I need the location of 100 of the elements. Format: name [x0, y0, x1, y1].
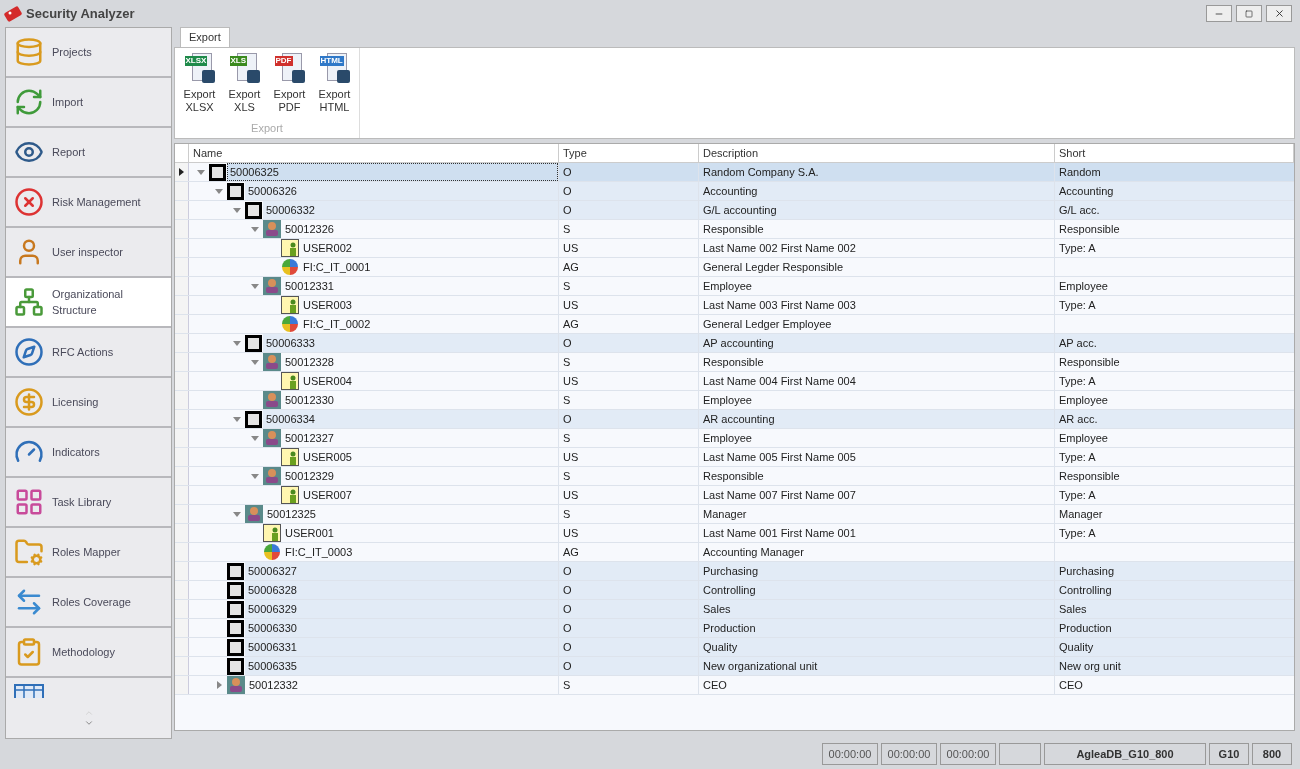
collapse-caret-icon[interactable]	[251, 283, 259, 289]
description-cell: AR accounting	[699, 410, 1055, 428]
column-header[interactable]: Description	[699, 144, 1055, 162]
coin-icon	[14, 387, 44, 417]
node-name: 50006331	[245, 638, 558, 656]
collapse-caret-icon[interactable]	[233, 207, 241, 213]
tree-row[interactable]: FI:C_IT_0002 AG General Ledger Employee	[175, 315, 1294, 334]
export-button[interactable]: XLSX Export XLSX	[180, 53, 219, 114]
export-button[interactable]: XLS Export XLS	[225, 53, 264, 114]
tree-row[interactable]: 50012325 S Manager Manager	[175, 505, 1294, 524]
tree-row[interactable]: 50006329 O Sales Sales	[175, 600, 1294, 619]
expand-caret-icon[interactable]	[216, 681, 222, 689]
tree-row[interactable]: 50012328 S Responsible Responsible	[175, 353, 1294, 372]
scroll-down-icon[interactable]	[83, 718, 94, 728]
description-cell: Sales	[699, 600, 1055, 618]
tree-row[interactable]: 50006328 O Controlling Controlling	[175, 581, 1294, 600]
collapse-caret-icon[interactable]	[233, 511, 241, 517]
tree-row[interactable]: 50012332 S CEO CEO	[175, 676, 1294, 695]
minimize-button[interactable]	[1206, 5, 1232, 22]
collapse-caret-icon[interactable]	[233, 340, 241, 346]
tree-row[interactable]: USER004 US Last Name 004 First Name 004 Type: A	[175, 372, 1294, 391]
row-indicator[interactable]	[175, 163, 189, 181]
ribbon-tab[interactable]: Export	[180, 27, 230, 47]
short-cell: Accounting	[1055, 182, 1294, 200]
unit-icon	[227, 619, 244, 637]
tree-row[interactable]: 50006334 O AR accounting AR acc.	[175, 410, 1294, 429]
person-icon	[245, 505, 263, 523]
short-cell: Quality	[1055, 638, 1294, 656]
column-header[interactable]: Name	[189, 144, 559, 162]
tree-row[interactable]: 50006326 O Accounting Accounting	[175, 182, 1294, 201]
tree-row[interactable]: 50006332 O G/L accounting G/L acc.	[175, 201, 1294, 220]
type-cell: O	[559, 334, 699, 352]
person-icon	[227, 676, 245, 694]
type-cell: O	[559, 657, 699, 675]
collapse-caret-icon[interactable]	[233, 416, 241, 422]
tree-row[interactable]: FI:C_IT_0003 AG Accounting Manager	[175, 543, 1294, 562]
description-cell: Controlling	[699, 581, 1055, 599]
description-cell: New organizational unit	[699, 657, 1055, 675]
type-cell: O	[559, 182, 699, 200]
column-header[interactable]: Short	[1055, 144, 1294, 162]
status-panel	[999, 743, 1041, 765]
tree-row[interactable]: FI:C_IT_0001 AG General Legder Responsible	[175, 258, 1294, 277]
node-name: 50006329	[245, 600, 558, 618]
tree-row[interactable]: 50006330 O Production Production	[175, 619, 1294, 638]
node-name: 50006335	[245, 657, 558, 675]
tree-row[interactable]: 50012327 S Employee Employee	[175, 429, 1294, 448]
unit-icon	[245, 201, 262, 219]
tree-row[interactable]: 50012326 S Responsible Responsible	[175, 220, 1294, 239]
collapse-caret-icon[interactable]	[215, 188, 223, 194]
person-icon	[263, 277, 281, 295]
person-icon	[263, 353, 281, 371]
hierarchy-icon	[14, 287, 44, 317]
tree-row[interactable]: USER001 US Last Name 001 First Name 001 Type: A	[175, 524, 1294, 543]
tree-row[interactable]: USER007 US Last Name 007 First Name 007 Type: A	[175, 486, 1294, 505]
short-cell: Random	[1055, 163, 1294, 181]
person-icon	[263, 220, 281, 238]
close-icon	[1273, 8, 1285, 19]
collapse-caret-icon[interactable]	[251, 226, 259, 232]
type-cell: O	[559, 562, 699, 580]
tree-row[interactable]: USER002 US Last Name 002 First Name 002 Type: A	[175, 239, 1294, 258]
tree-row[interactable]: USER003 US Last Name 003 First Name 003 Type: A	[175, 296, 1294, 315]
description-cell: Accounting	[699, 182, 1055, 200]
collapse-caret-icon[interactable]	[251, 473, 259, 479]
tree-row[interactable]: 50006325 O Random Company S.A. Random	[175, 163, 1294, 182]
collapse-caret-icon[interactable]	[251, 359, 259, 365]
tree-row[interactable]: 50012331 S Employee Employee	[175, 277, 1294, 296]
node-name: 50006326	[245, 182, 558, 200]
tree-row[interactable]: USER005 US Last Name 005 First Name 005 Type: A	[175, 448, 1294, 467]
unit-icon	[227, 562, 244, 580]
unit-icon	[245, 334, 262, 352]
refresh-icon	[14, 87, 44, 117]
close-button[interactable]	[1266, 5, 1292, 22]
sidebar-item[interactable]: Organizational Structure	[6, 278, 171, 328]
unit-icon	[227, 638, 244, 656]
node-name: 50006327	[245, 562, 558, 580]
node-name: 50006333	[263, 334, 558, 352]
unit-icon	[245, 410, 262, 428]
row-pointer-icon	[179, 168, 184, 176]
column-header[interactable]: Type	[559, 144, 699, 162]
collapse-caret-icon[interactable]	[251, 435, 259, 441]
tree-row[interactable]: 50006327 O Purchasing Purchasing	[175, 562, 1294, 581]
tree-row[interactable]: 50012330 S Employee Employee	[175, 391, 1294, 410]
compass-icon	[14, 337, 44, 367]
export-button[interactable]: PDF Export PDF	[270, 53, 309, 114]
folder-gear-icon	[14, 537, 44, 567]
collapse-caret-icon[interactable]	[197, 169, 205, 175]
short-cell: Controlling	[1055, 581, 1294, 599]
maximize-icon	[1245, 9, 1253, 18]
export-button[interactable]: HTML Export HTML	[315, 53, 354, 114]
type-cell: O	[559, 201, 699, 219]
tree-row[interactable]: 50006333 O AP accounting AP acc.	[175, 334, 1294, 353]
window-title: Security Analyzer	[26, 4, 135, 23]
tree-row[interactable]: 50012329 S Responsible Responsible	[175, 467, 1294, 486]
node-name: 50006328	[245, 581, 558, 599]
type-cell: O	[559, 600, 699, 618]
pie-icon	[263, 543, 281, 561]
timer-panel: 00:00:00	[822, 743, 878, 765]
tree-row[interactable]: 50006331 O Quality Quality	[175, 638, 1294, 657]
tree-row[interactable]: 50006335 O New organizational unit New org unit	[175, 657, 1294, 676]
maximize-button[interactable]	[1236, 5, 1262, 22]
